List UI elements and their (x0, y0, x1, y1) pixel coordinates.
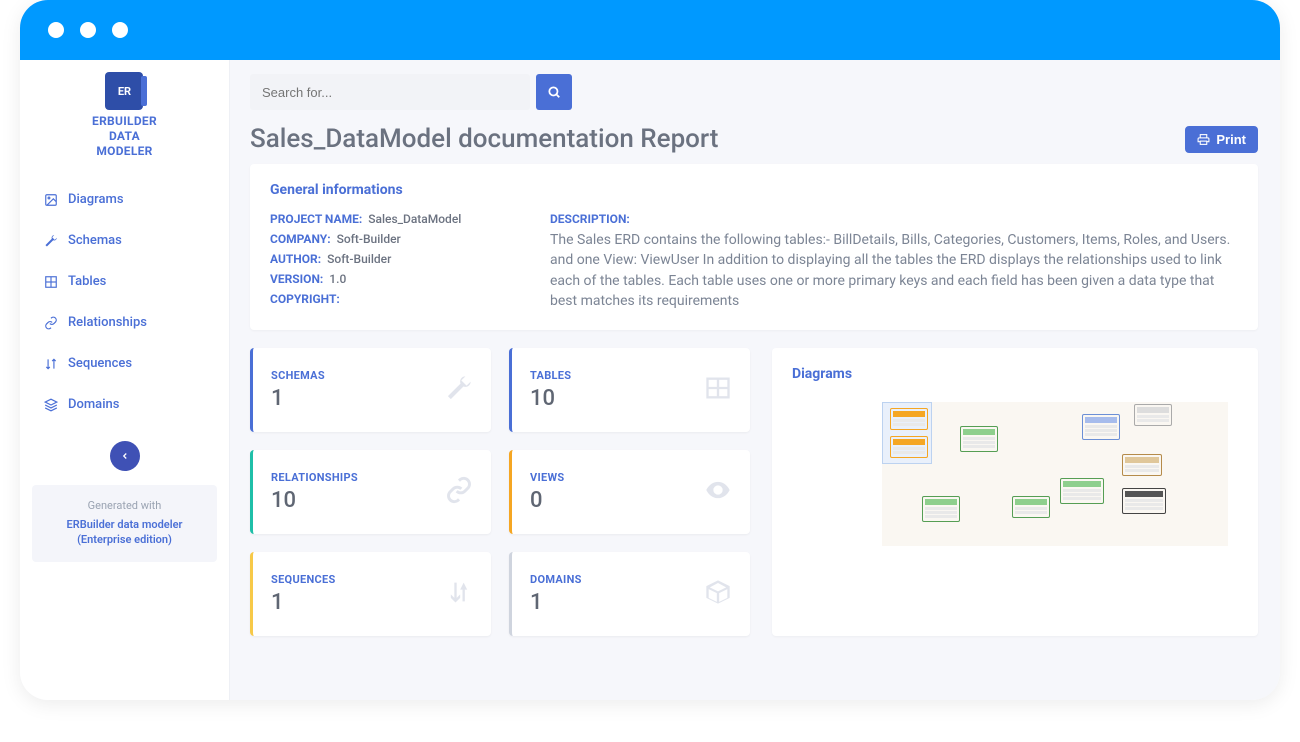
wrench-icon (445, 374, 473, 406)
brand-text: ERBUILDER DATA MODELER (92, 114, 157, 159)
brand-icon: ER (105, 72, 143, 110)
print-icon (1197, 133, 1210, 146)
stat-value: 10 (271, 488, 358, 513)
brand: ER ERBUILDER DATA MODELER (92, 72, 157, 159)
version-label: VERSION: (270, 272, 323, 286)
stat-label: SEQUENCES (271, 573, 336, 586)
generated-with-box: Generated with ERBuilder data modeler (E… (32, 485, 217, 562)
eye-icon (704, 476, 732, 508)
image-icon (44, 193, 58, 207)
description-label: DESCRIPTION: (550, 212, 1238, 226)
sort-icon (44, 357, 58, 371)
search-icon (547, 85, 561, 99)
window-dot (48, 22, 64, 38)
window-dot (80, 22, 96, 38)
wrench-icon (44, 234, 58, 248)
generated-with-value: ERBuilder data modeler (Enterprise editi… (40, 518, 209, 548)
stat-card-views[interactable]: VIEWS 0 (509, 450, 750, 534)
description-text: The Sales ERD contains the following tab… (550, 230, 1238, 311)
sidebar-item-label: Diagrams (68, 192, 124, 207)
table-icon (44, 275, 58, 289)
link-icon (445, 476, 473, 508)
project-name-label: PROJECT NAME: (270, 212, 362, 226)
sort-icon (445, 578, 473, 610)
stat-card-tables[interactable]: TABLES 10 (509, 348, 750, 432)
sidebar-item-tables[interactable]: Tables (20, 261, 229, 302)
generated-with-label: Generated with (40, 499, 209, 512)
sidebar-item-domains[interactable]: Domains (20, 384, 229, 425)
stat-value: 0 (530, 488, 565, 513)
project-name-value: Sales_DataModel (368, 212, 461, 226)
cube-icon (44, 398, 58, 412)
company-value: Soft-Builder (337, 232, 401, 246)
stat-card-domains[interactable]: DOMAINS 1 (509, 552, 750, 636)
page-title: Sales_DataModel documentation Report (250, 124, 718, 154)
sidebar-item-sequences[interactable]: Sequences (20, 343, 229, 384)
stat-value: 1 (530, 590, 582, 615)
sidebar-item-label: Domains (68, 397, 119, 412)
window-dot (112, 22, 128, 38)
general-info-card: General informations PROJECT NAME: Sales_… (250, 164, 1258, 330)
cube-icon (704, 578, 732, 610)
stat-value: 1 (271, 386, 325, 411)
sidebar-item-schemas[interactable]: Schemas (20, 220, 229, 261)
search-input[interactable] (250, 74, 530, 110)
stat-card-relationships[interactable]: RELATIONSHIPS 10 (250, 450, 491, 534)
stat-card-sequences[interactable]: SEQUENCES 1 (250, 552, 491, 636)
stat-value: 10 (530, 386, 571, 411)
stat-label: SCHEMAS (271, 369, 325, 382)
collapse-sidebar-button[interactable] (110, 441, 140, 471)
search-button[interactable] (536, 74, 572, 110)
sidebar-item-diagrams[interactable]: Diagrams (20, 179, 229, 220)
general-info-heading: General informations (270, 182, 1238, 198)
print-button[interactable]: Print (1185, 126, 1258, 153)
window-titlebar (20, 0, 1280, 60)
print-button-label: Print (1216, 132, 1246, 147)
stat-label: TABLES (530, 369, 571, 382)
sidebar-item-label: Tables (68, 274, 106, 289)
stat-card-schemas[interactable]: SCHEMAS 1 (250, 348, 491, 432)
sidebar-item-label: Schemas (68, 233, 122, 248)
sidebar-item-label: Sequences (68, 356, 132, 371)
stat-label: RELATIONSHIPS (271, 471, 358, 484)
sidebar-item-relationships[interactable]: Relationships (20, 302, 229, 343)
author-value: Soft-Builder (327, 252, 391, 266)
stat-label: VIEWS (530, 471, 565, 484)
diagrams-heading: Diagrams (792, 366, 1238, 382)
version-value: 1.0 (329, 272, 346, 286)
author-label: AUTHOR: (270, 252, 321, 266)
company-label: COMPANY: (270, 232, 331, 246)
stat-value: 1 (271, 590, 336, 615)
diagrams-panel: Diagrams (772, 348, 1258, 636)
table-icon (704, 374, 732, 406)
stat-label: DOMAINS (530, 573, 582, 586)
link-icon (44, 316, 58, 330)
erd-diagram-thumbnail[interactable] (792, 396, 1238, 546)
sidebar: ER ERBUILDER DATA MODELER Diagrams Schem… (20, 60, 230, 700)
sidebar-item-label: Relationships (68, 315, 147, 330)
copyright-label: COPYRIGHT: (270, 292, 340, 306)
